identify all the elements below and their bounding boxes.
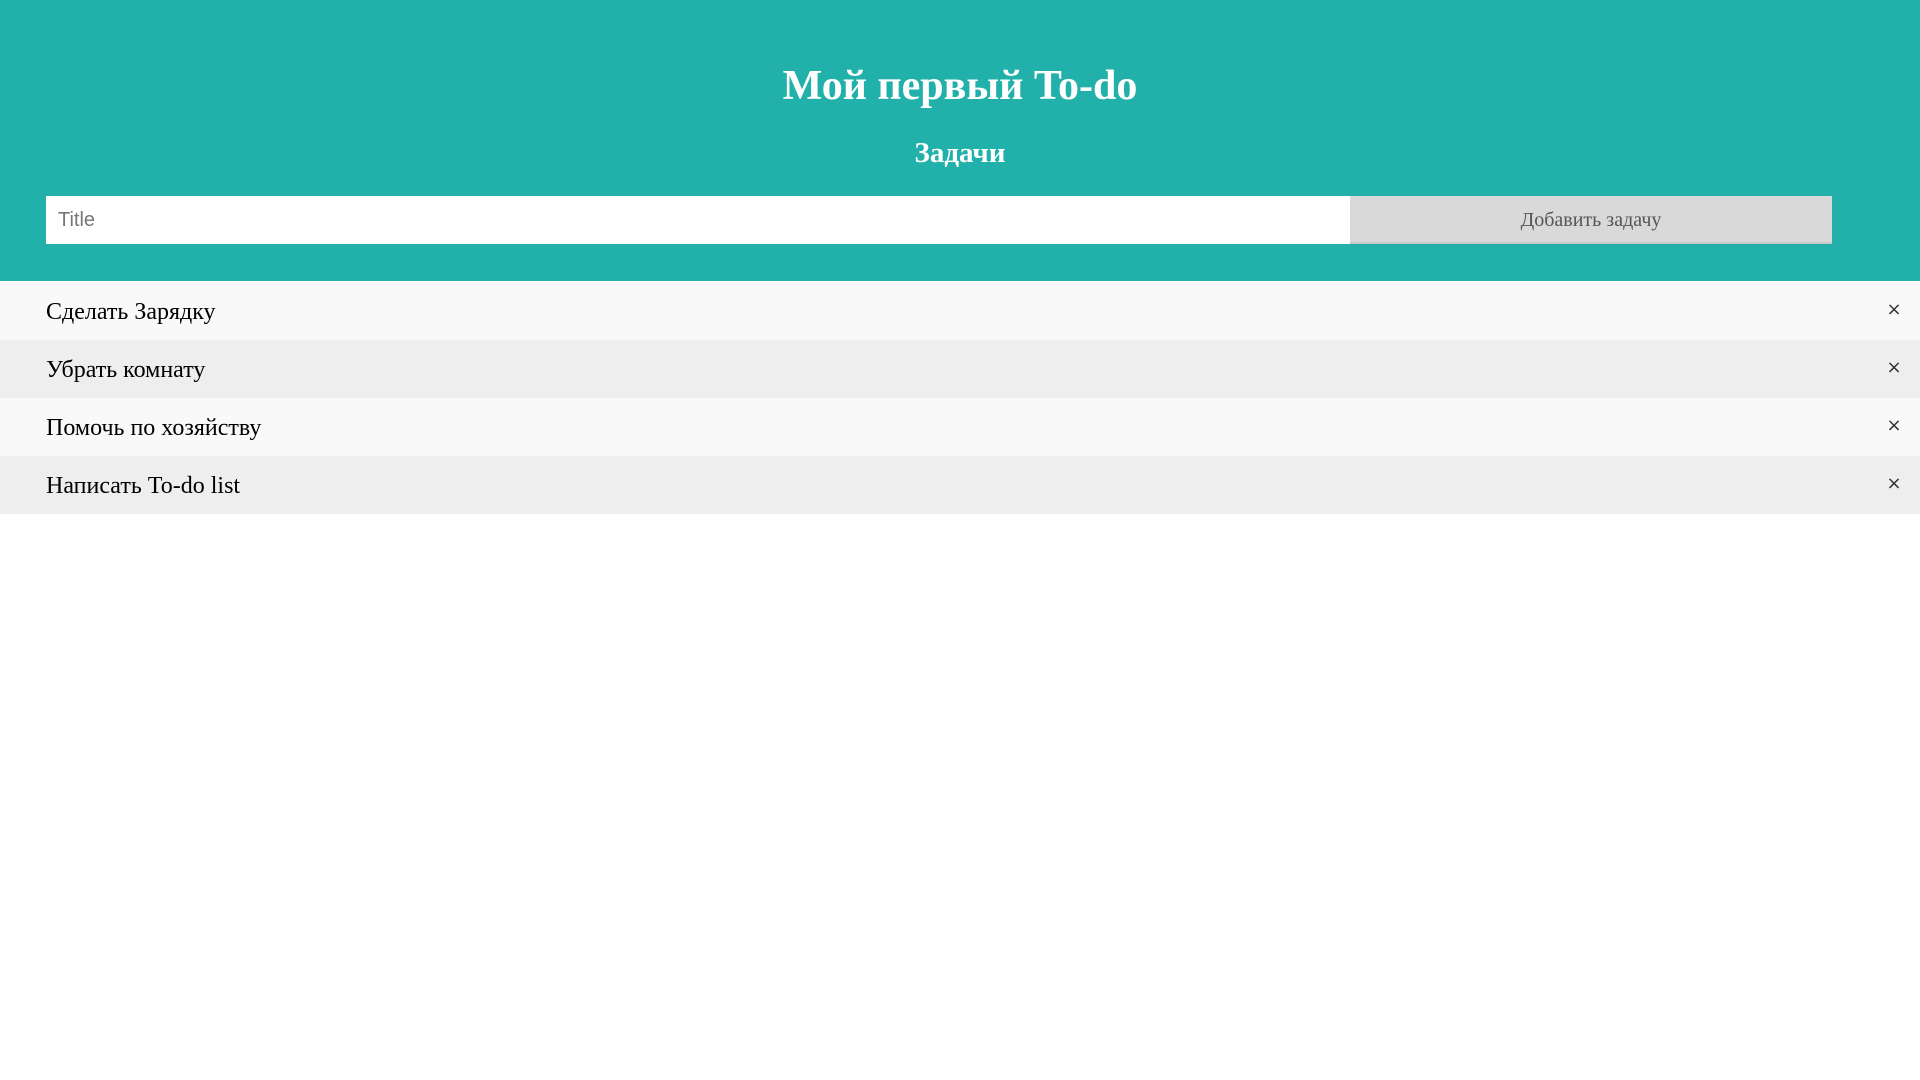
close-icon[interactable]: × [1880, 412, 1908, 440]
section-title: Задачи [914, 137, 1006, 169]
task-label: Убрать комнату [46, 357, 206, 383]
close-icon[interactable]: × [1880, 296, 1908, 324]
task-item[interactable]: Помочь по хозяйству × [0, 398, 1920, 456]
app-viewport: Мой первый To-do Задачи Добавить задачу … [0, 0, 1920, 1080]
app-title: Мой первый To-do [782, 63, 1138, 109]
task-item[interactable]: Написать To-do list × [0, 456, 1920, 514]
task-label: Помочь по хозяйству [46, 415, 262, 441]
close-icon[interactable]: × [1880, 470, 1908, 498]
task-label: Сделать Зарядку [46, 299, 216, 325]
task-title-input[interactable] [46, 196, 1350, 244]
task-label: Написать To-do list [46, 473, 241, 499]
page: Мой первый To-do Задачи Добавить задачу … [0, 0, 1920, 1080]
header: Мой первый To-do Задачи Добавить задачу [0, 0, 1920, 281]
add-task-button[interactable]: Добавить задачу [1350, 196, 1832, 244]
add-task-form: Добавить задачу [46, 196, 1832, 244]
task-list: Сделать Зарядку × Убрать комнату × Помоч… [0, 282, 1920, 514]
task-item[interactable]: Убрать комнату × [0, 340, 1920, 398]
task-item[interactable]: Сделать Зарядку × [0, 282, 1920, 340]
close-icon[interactable]: × [1880, 354, 1908, 382]
